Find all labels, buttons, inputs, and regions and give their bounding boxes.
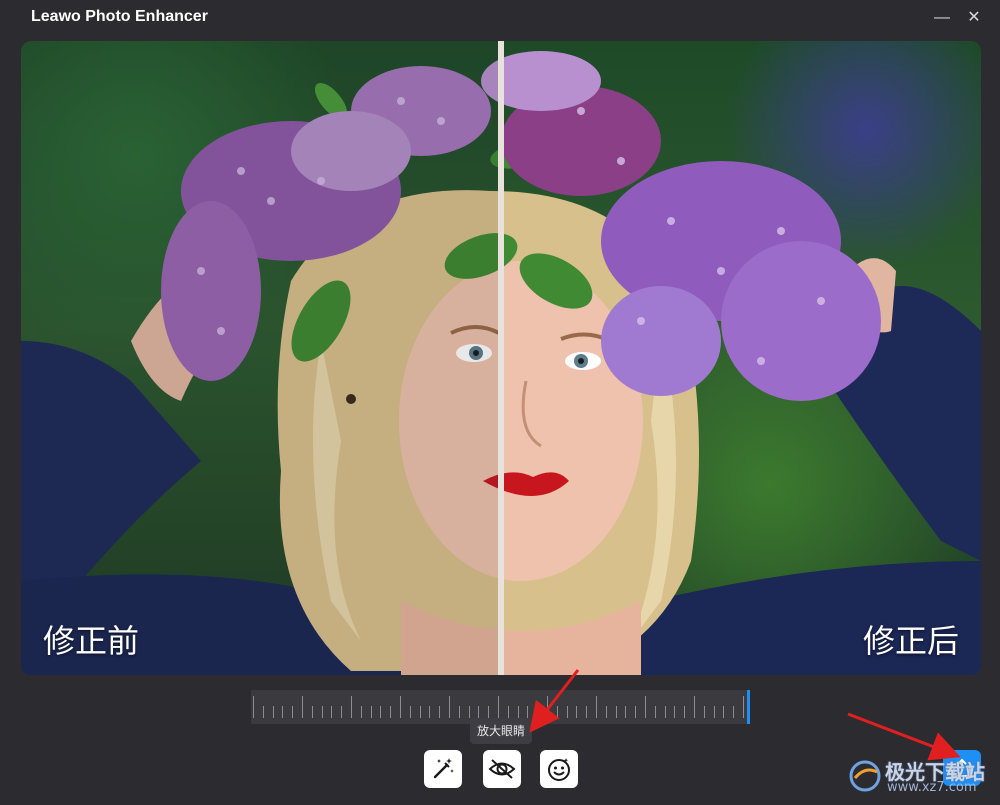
slider-tick xyxy=(253,696,254,718)
slider-tick xyxy=(645,696,646,718)
slider-tick xyxy=(723,706,725,718)
slider-tick xyxy=(615,706,617,718)
slider-tick xyxy=(517,706,519,718)
slider-tick xyxy=(566,706,568,718)
slider-tick xyxy=(390,706,392,718)
photo-compare-preview: 修正前 修正后 xyxy=(21,41,981,675)
after-label: 修正后 xyxy=(862,622,959,660)
slider-tick xyxy=(556,706,558,718)
eye-icon xyxy=(488,759,516,779)
slider-tick xyxy=(586,706,588,718)
slider-tick xyxy=(596,696,597,718)
slider-tick xyxy=(547,696,548,718)
slider-tick xyxy=(635,706,637,718)
slider-tick xyxy=(743,696,744,718)
tooltip: 放大眼睛 xyxy=(470,718,532,744)
slider-tick xyxy=(341,706,343,718)
slider-tick xyxy=(409,706,411,718)
before-half-overlay xyxy=(21,41,498,675)
slider-tick xyxy=(654,706,656,718)
compare-divider-handle[interactable] xyxy=(498,41,504,675)
slider-tick xyxy=(311,706,313,718)
magic-wand-button[interactable] xyxy=(424,750,462,788)
slider-tick xyxy=(400,696,401,718)
slider-tick xyxy=(733,706,735,718)
slider-tick xyxy=(488,706,490,718)
before-label: 修正前 xyxy=(43,622,140,660)
slider-tick xyxy=(684,706,686,718)
title-bar: Leawo Photo Enhancer — ✕ xyxy=(0,0,1000,36)
slider-tick xyxy=(664,706,666,718)
annotation-arrow-export xyxy=(847,712,961,761)
slider-tick xyxy=(429,706,431,718)
minimize-button[interactable]: — xyxy=(930,6,954,30)
slider-tick xyxy=(576,706,578,718)
slider-tick xyxy=(321,706,323,718)
slider-tick xyxy=(380,706,382,718)
slider-tick xyxy=(458,706,460,718)
magic-wand-icon xyxy=(433,758,454,779)
slider-tick xyxy=(694,696,695,718)
slider-tick xyxy=(625,706,627,718)
slider-tick xyxy=(282,706,284,718)
slider-tick xyxy=(419,706,421,718)
slider-tick xyxy=(478,706,480,718)
site-watermark: 极光下载站 www.xz7.com xyxy=(847,754,997,798)
watermark-url: www.xz7.com xyxy=(887,780,977,795)
slider-tick xyxy=(674,706,676,718)
slider-tick xyxy=(507,706,509,718)
slider-tick xyxy=(449,696,450,718)
slider-tick xyxy=(439,706,441,718)
slider-tick xyxy=(302,696,303,718)
face-icon xyxy=(548,758,570,781)
app-title: Leawo Photo Enhancer xyxy=(31,8,208,25)
slider-tick xyxy=(292,706,294,718)
watermark-logo-icon xyxy=(849,760,881,792)
slider-tick xyxy=(537,706,539,718)
slider-thumb[interactable] xyxy=(747,690,750,724)
slider-tick xyxy=(468,706,470,718)
face-adjust-button[interactable] xyxy=(540,750,578,788)
slider-tick xyxy=(498,696,499,718)
slider-tick xyxy=(262,706,264,718)
slider-tick xyxy=(351,696,352,718)
slider-tick xyxy=(527,706,529,718)
slider-tick xyxy=(703,706,705,718)
slider-tick xyxy=(272,706,274,718)
slider-tick xyxy=(713,706,715,718)
slider-tick xyxy=(360,706,362,718)
enlarge-eyes-button[interactable] xyxy=(483,750,521,788)
slider-tick xyxy=(331,706,333,718)
close-button[interactable]: ✕ xyxy=(962,6,986,30)
slider-tick xyxy=(370,706,372,718)
slider-tick xyxy=(605,706,607,718)
